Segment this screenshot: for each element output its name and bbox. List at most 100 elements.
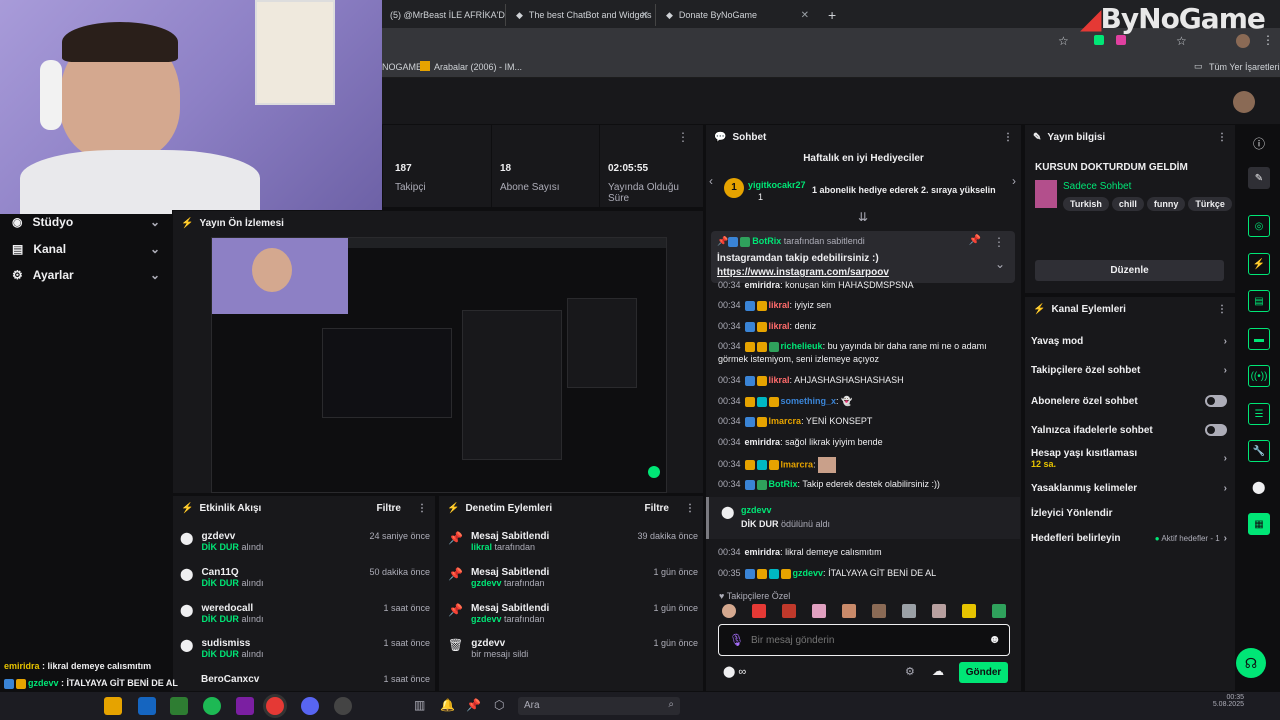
chat-input-box[interactable]: 🎙 ☻	[718, 624, 1010, 656]
tools-button[interactable]: 🔧	[1248, 440, 1270, 462]
chat-username[interactable]: emiridra	[745, 437, 781, 447]
info-icon[interactable]: ⓘ	[1253, 135, 1265, 152]
raid-row[interactable]: İzleyici Yönlendir	[1031, 508, 1227, 519]
close-icon[interactable]: ✕	[641, 10, 649, 21]
bookmark-star-icon[interactable]: ☆	[1176, 34, 1187, 48]
more-menu-icon[interactable]: ⋮	[1217, 132, 1227, 143]
goals-row[interactable]: Hedefleri belirleyin ● Aktif hedefler - 1…	[1031, 533, 1227, 544]
app-icon[interactable]	[170, 697, 188, 715]
sidebar-item-studio[interactable]: ◉ Stüdyo ⌄	[12, 215, 160, 229]
outlook-icon[interactable]	[138, 697, 156, 715]
star-icon[interactable]: ☆	[1058, 34, 1069, 48]
discord-icon[interactable]	[301, 697, 319, 715]
chat-username[interactable]: lmarcra	[769, 416, 802, 426]
chat-username[interactable]: gzdevv	[793, 568, 824, 578]
emote-icon[interactable]	[782, 604, 796, 618]
banned-words-row[interactable]: Yasaklanmış kelimeler ›	[1031, 483, 1227, 494]
taskbar-search[interactable]: Ara ⌕	[518, 697, 680, 715]
reward-user[interactable]: gzdevv	[741, 505, 772, 515]
microphone-icon[interactable]: 🎙	[729, 633, 744, 647]
unpin-icon[interactable]: 📌	[969, 235, 981, 246]
tray-icon[interactable]: ▥	[414, 698, 425, 712]
close-icon[interactable]: ✕	[801, 10, 809, 21]
emote-icon[interactable]	[722, 604, 736, 618]
extension-icon[interactable]	[1116, 35, 1126, 45]
profile-avatar[interactable]	[1236, 34, 1250, 48]
emote-icon[interactable]	[992, 604, 1006, 618]
points-icon[interactable]: ⬤ ∞	[723, 665, 746, 678]
emote-icon[interactable]	[872, 604, 886, 618]
flash-button[interactable]: ⚡	[1248, 253, 1270, 275]
scroll-icon[interactable]: ⇊	[858, 210, 868, 224]
bookmark-item[interactable]: NOGAME	[382, 62, 422, 72]
points-icon[interactable]: ⬤	[1252, 480, 1265, 494]
file-explorer-icon[interactable]	[104, 697, 122, 715]
emote-icon[interactable]	[752, 604, 766, 618]
subscribers-only-toggle[interactable]	[1205, 395, 1227, 407]
extension-icon[interactable]	[1094, 35, 1104, 45]
tab-chatbot[interactable]: ◆ The best ChatBot and Widgets ✕	[505, 4, 655, 26]
more-menu-icon[interactable]: ⋮	[1003, 132, 1013, 143]
app-icon[interactable]: ⬡	[494, 698, 504, 712]
gear-icon[interactable]: ⚙	[905, 665, 915, 678]
chat-input[interactable]	[751, 632, 971, 648]
emote-icon[interactable]	[902, 604, 916, 618]
chevron-right-icon[interactable]: ›	[1012, 174, 1016, 188]
followers-only-row[interactable]: Takipçilere özel sohbet ›	[1031, 365, 1227, 376]
category-name[interactable]: Sadece Sohbet	[1063, 181, 1131, 192]
chat-username[interactable]: something_x	[781, 396, 837, 406]
clips-button[interactable]: ▦	[1248, 513, 1270, 535]
stream-preview-video[interactable]	[211, 237, 667, 493]
emote-icon[interactable]	[812, 604, 826, 618]
more-menu-icon[interactable]: ⋮	[1217, 304, 1227, 315]
tag[interactable]: Turkish	[1063, 197, 1109, 211]
chat-username[interactable]: BotRix	[769, 479, 798, 489]
emote-icon[interactable]	[932, 604, 946, 618]
more-menu-icon[interactable]: ⋮	[993, 235, 1005, 249]
pin-icon[interactable]: 📌	[466, 698, 481, 712]
chevron-left-icon[interactable]: ‹	[709, 174, 713, 188]
chat-username[interactable]: likral	[769, 375, 790, 385]
emote-icon[interactable]	[842, 604, 856, 618]
obs-icon[interactable]	[334, 697, 352, 715]
chat-username[interactable]: richelieuk	[781, 341, 823, 351]
chat-button[interactable]: ▬	[1248, 328, 1270, 350]
filter-button[interactable]: Filtre	[377, 503, 401, 514]
tab-mrbeast[interactable]: (5) @MrBeast İLE AFRİKA'DA...	[380, 4, 505, 26]
tag[interactable]: Türkçe	[1188, 197, 1232, 211]
all-bookmarks[interactable]: Tüm Yer İşaretleri	[1209, 62, 1280, 72]
emoji-icon[interactable]: ☻	[988, 632, 1001, 646]
send-button[interactable]: Gönder	[959, 662, 1008, 683]
slow-mode-row[interactable]: Yavaş mod ›	[1031, 336, 1227, 347]
app-icon[interactable]	[236, 697, 254, 715]
bot-icon[interactable]: ☁	[932, 664, 944, 678]
chat-username[interactable]: emiridra	[745, 280, 781, 289]
mod-button[interactable]: ☰	[1248, 403, 1270, 425]
chat-username[interactable]: likral	[769, 321, 790, 331]
chevron-down-icon[interactable]: ⌄	[995, 257, 1005, 271]
tag[interactable]: chill	[1111, 197, 1144, 211]
spotify-icon[interactable]	[203, 697, 221, 715]
more-menu-icon[interactable]: ⋮	[1262, 33, 1274, 47]
filter-button[interactable]: Filtre	[645, 503, 669, 514]
more-menu-icon[interactable]: ⋮	[417, 503, 427, 514]
notes-button[interactable]: ▤	[1248, 290, 1270, 312]
emote-icon[interactable]	[962, 604, 976, 618]
chat-username[interactable]: likral	[769, 300, 790, 310]
tab-donate[interactable]: ◆ Donate ByNoGame ✕	[655, 4, 815, 26]
account-age-row[interactable]: Hesap yaşı kısıtlaması 12 sa. ›	[1031, 448, 1227, 469]
more-menu-icon[interactable]: ⋮	[685, 503, 695, 514]
edit-layout-button[interactable]: ✎	[1248, 167, 1270, 189]
pinned-link[interactable]: https://www.instagram.com/sarpoov	[717, 267, 889, 278]
chrome-icon[interactable]	[266, 697, 284, 715]
edit-button[interactable]: Düzenle	[1035, 260, 1224, 281]
emote-only-toggle[interactable]	[1205, 424, 1227, 436]
tag[interactable]: funny	[1146, 197, 1186, 211]
camera-button[interactable]: ◎	[1248, 215, 1270, 237]
chat-username[interactable]: lmarcra	[781, 459, 814, 469]
broadcast-button[interactable]: ((•))	[1248, 365, 1270, 387]
sidebar-item-settings[interactable]: ⚙ Ayarlar ⌄	[12, 268, 160, 282]
sidebar-item-channel[interactable]: ▤ Kanal ⌄	[12, 242, 160, 256]
help-button[interactable]: ☊	[1236, 648, 1266, 678]
chat-username[interactable]: emiridra	[745, 547, 781, 557]
